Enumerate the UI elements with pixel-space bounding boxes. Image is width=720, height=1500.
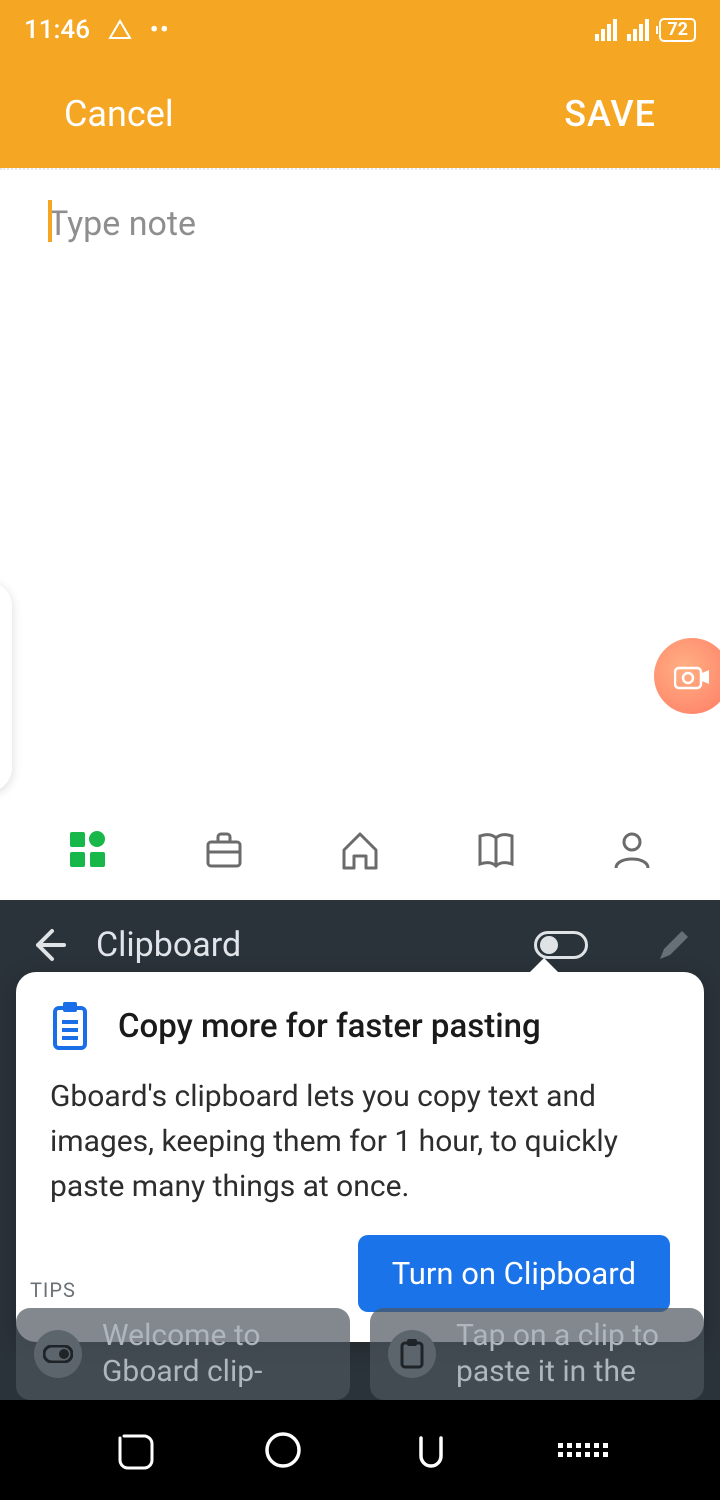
nav-home-button[interactable] [338, 828, 382, 872]
clipboard-icon [50, 1002, 90, 1050]
nav-briefcase-button[interactable] [202, 828, 246, 872]
home-button[interactable] [261, 1428, 305, 1472]
nav-dashboard-button[interactable] [66, 828, 110, 872]
recents-button[interactable] [112, 1428, 156, 1472]
edit-pencil-icon[interactable] [656, 927, 692, 963]
system-nav-bar [0, 1400, 720, 1500]
clock-text: 11:46 [24, 15, 90, 45]
signal-icon-2 [627, 19, 649, 41]
camera-fab-button[interactable] [654, 638, 720, 714]
popup-title: Copy more for faster pasting [118, 1007, 541, 1046]
keyboard-title: Clipboard [96, 925, 506, 965]
note-editor-area: Type note [0, 168, 720, 800]
turn-on-clipboard-button[interactable]: Turn on Clipboard [358, 1235, 670, 1312]
status-left: 11:46 •• [24, 15, 170, 45]
keyboard-switch-button[interactable] [558, 1443, 608, 1457]
keyboard-content-area: Copy more for faster pasting Gboard's cl… [0, 990, 720, 1400]
tip-clipboard-icon [388, 1330, 436, 1378]
nav-book-button[interactable] [474, 828, 518, 872]
popup-header: Copy more for faster pasting [50, 1002, 670, 1050]
person-icon [610, 828, 654, 872]
home-icon [338, 828, 382, 872]
cancel-button[interactable]: Cancel [64, 93, 174, 135]
clipboard-popup: Copy more for faster pasting Gboard's cl… [16, 972, 704, 1342]
tip-card[interactable]: Tap on a clip to paste it in the [370, 1308, 704, 1400]
signal-icon [595, 19, 617, 41]
tip-card[interactable]: Welcome to Gboard clip- [16, 1308, 350, 1400]
back-arrow-icon[interactable] [28, 925, 68, 965]
clipboard-toggle[interactable] [534, 931, 588, 959]
action-bar: Cancel SAVE [0, 60, 720, 168]
battery-icon: 72 [659, 18, 696, 42]
tip-text: Welcome to Gboard clip- [102, 1318, 332, 1390]
grid-icon [66, 828, 110, 872]
tip-text: Tap on a clip to paste it in the [456, 1318, 686, 1390]
save-button[interactable]: SAVE [564, 93, 656, 135]
note-input[interactable]: Type note [0, 170, 720, 278]
tips-label: TIPS [30, 1278, 76, 1302]
camera-icon [674, 662, 710, 690]
text-cursor [48, 200, 52, 242]
popup-body-text: Gboard's clipboard lets you copy text an… [50, 1074, 670, 1209]
tips-row: Welcome to Gboard clip- Tap on a clip to… [16, 1308, 704, 1400]
nav-profile-button[interactable] [610, 828, 654, 872]
briefcase-icon [202, 828, 246, 872]
more-dots-icon: •• [150, 18, 170, 43]
status-bar: 11:46 •• 72 [0, 0, 720, 60]
back-button[interactable] [409, 1428, 453, 1472]
app-bottom-nav [0, 800, 720, 900]
status-right: 72 [595, 18, 696, 42]
triangle-icon [108, 18, 132, 42]
book-icon [474, 828, 518, 872]
note-placeholder: Type note [48, 204, 196, 244]
tip-toggle-icon [34, 1330, 82, 1378]
side-handle[interactable] [0, 582, 12, 792]
